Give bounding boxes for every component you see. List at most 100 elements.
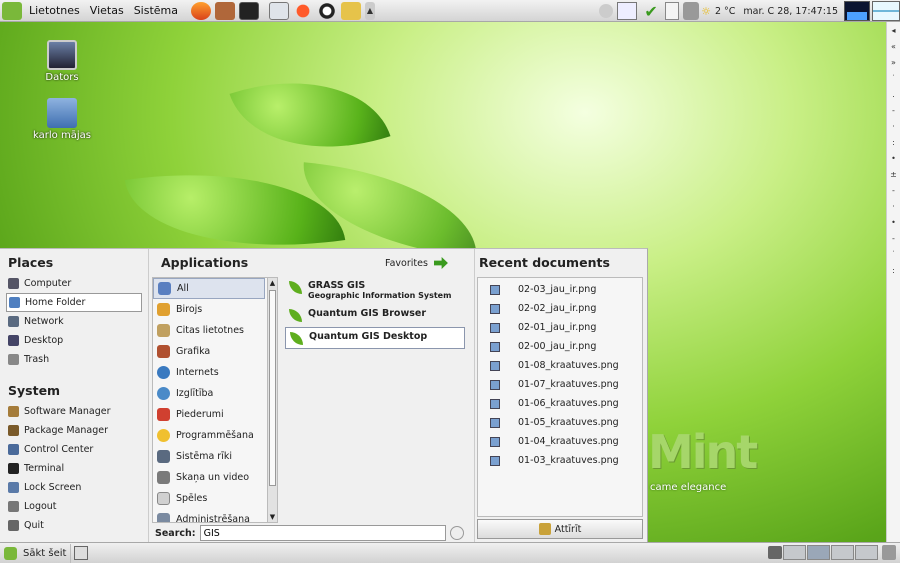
recent-item[interactable]: 01-05_kraatuves.png: [478, 413, 642, 432]
right-panel: ◂ « » ˙ . - · : • ± - · • - ˙ :: [886, 22, 900, 542]
volume-icon[interactable]: [683, 2, 700, 20]
system-terminal[interactable]: Terminal: [6, 459, 142, 478]
dropdown-icon[interactable]: ▲: [365, 1, 375, 20]
workspace-2[interactable]: [807, 545, 830, 560]
folder-icon[interactable]: [341, 1, 361, 20]
arrow-icon[interactable]: «: [891, 42, 896, 58]
place-trash[interactable]: Trash: [6, 350, 142, 369]
temperature[interactable]: 2 °C: [715, 6, 735, 17]
recent-item[interactable]: 01-04_kraatuves.png: [478, 432, 642, 451]
category-item[interactable]: Citas lietotnes: [153, 320, 265, 341]
dot-icon[interactable]: •: [891, 154, 896, 170]
system-lock-screen[interactable]: Lock Screen: [6, 478, 142, 497]
network-icon[interactable]: [768, 546, 782, 559]
category-scrollbar[interactable]: ▲ ▼: [267, 278, 277, 522]
scroll-thumb[interactable]: [269, 290, 276, 486]
places-panel: Places Computer Home Folder Network Desk…: [0, 249, 147, 543]
category-item[interactable]: Grafika: [153, 341, 265, 362]
recent-item[interactable]: 02-01_jau_ir.png: [478, 318, 642, 337]
arrow-icon[interactable]: »: [891, 58, 896, 74]
system-package-manager[interactable]: Package Manager: [6, 421, 142, 440]
show-desktop-icon[interactable]: [74, 546, 89, 560]
start-button[interactable]: Sākt šeit: [0, 543, 72, 563]
clear-recent-button[interactable]: Attīrīt: [477, 519, 643, 539]
search-input[interactable]: [199, 525, 446, 541]
network-icon[interactable]: [617, 2, 638, 20]
place-desktop[interactable]: Desktop: [6, 331, 142, 350]
dot-icon[interactable]: :: [892, 266, 895, 282]
system-tray: ✔ ☼ 2 °C mar. C 28, 17:47:15: [597, 0, 900, 22]
menu-applications[interactable]: Lietotnes: [24, 4, 85, 17]
cpu-monitor[interactable]: [844, 1, 870, 21]
category-item[interactable]: Piederumi: [153, 404, 265, 425]
recent-item[interactable]: 01-06_kraatuves.png: [478, 394, 642, 413]
category-item[interactable]: Skaņa un video: [153, 467, 265, 488]
recent-item[interactable]: 02-02_jau_ir.png: [478, 299, 642, 318]
system-quit[interactable]: Quit: [6, 516, 142, 535]
terminal-icon[interactable]: [239, 1, 259, 20]
desktop-icon-home[interactable]: karlo mājas: [27, 98, 97, 141]
computer-icon: [47, 40, 77, 70]
top-panel: Lietotnes Vietas Sistēma ▲ ✔ ☼ 2 °C mar.…: [0, 0, 900, 22]
recent-item[interactable]: 02-03_jau_ir.png: [478, 280, 642, 299]
dot-icon[interactable]: ·: [892, 202, 895, 218]
desktop-icon-computer[interactable]: Dators: [27, 40, 97, 83]
dot-icon[interactable]: -: [892, 186, 895, 202]
recent-item[interactable]: 02-00_jau_ir.png: [478, 337, 642, 356]
scroll-down-icon[interactable]: ▼: [268, 512, 277, 522]
favorites-button[interactable]: Favorites: [385, 257, 448, 269]
search-icon[interactable]: [449, 526, 464, 540]
recent-item[interactable]: 01-03_kraatuves.png: [478, 451, 642, 470]
app-grass-gis[interactable]: GRASS GIS Geographic Information System: [285, 277, 465, 303]
eye-icon[interactable]: [317, 1, 337, 20]
record-icon[interactable]: [293, 1, 313, 20]
update-shield-icon[interactable]: ✔: [641, 2, 661, 21]
plus-icon[interactable]: ±: [890, 170, 897, 186]
dot-icon[interactable]: ˙: [892, 250, 896, 266]
dot-icon[interactable]: ˙: [892, 74, 896, 90]
workspace-1[interactable]: [783, 545, 806, 560]
mint-menu-icon[interactable]: [2, 1, 22, 20]
scroll-up-icon[interactable]: ▲: [268, 278, 277, 288]
category-item[interactable]: Izglītība: [153, 383, 265, 404]
network-monitor[interactable]: [872, 1, 900, 21]
place-network[interactable]: Network: [6, 312, 142, 331]
clipboard-icon[interactable]: [665, 2, 680, 20]
system-control-center[interactable]: Control Center: [6, 440, 142, 459]
system-software-manager[interactable]: Software Manager: [6, 402, 142, 421]
app-quantum-gis-browser[interactable]: Quantum GIS Browser: [285, 305, 465, 325]
trash-icon[interactable]: [882, 545, 896, 560]
firefox-icon[interactable]: [191, 1, 211, 20]
category-item[interactable]: Administrēšana: [153, 509, 265, 522]
dot-icon[interactable]: -: [892, 234, 895, 250]
arrow-icon[interactable]: ◂: [891, 26, 895, 42]
workspace-4[interactable]: [855, 545, 878, 560]
workspace-3[interactable]: [831, 545, 854, 560]
dot-icon[interactable]: •: [891, 218, 896, 234]
home-folder-icon: [47, 98, 77, 128]
app-quantum-gis-desktop[interactable]: Quantum GIS Desktop: [285, 327, 465, 349]
category-item[interactable]: Programmēšana: [153, 425, 265, 446]
image-file-icon: [490, 455, 500, 466]
place-home-folder[interactable]: Home Folder: [6, 293, 142, 312]
recent-item[interactable]: 01-07_kraatuves.png: [478, 375, 642, 394]
clock[interactable]: mar. C 28, 17:47:15: [743, 6, 838, 17]
mint-logo: Mint: [648, 425, 758, 479]
screenshot-icon[interactable]: [269, 1, 289, 20]
category-item[interactable]: Spēles: [153, 488, 265, 509]
place-computer[interactable]: Computer: [6, 274, 142, 293]
category-item[interactable]: Sistēma rīki: [153, 446, 265, 467]
system-logout[interactable]: Logout: [6, 497, 142, 516]
mail-icon[interactable]: [599, 4, 614, 18]
recent-item[interactable]: 01-08_kraatuves.png: [478, 356, 642, 375]
dot-icon[interactable]: .: [892, 90, 895, 106]
menu-places[interactable]: Vietas: [85, 4, 129, 17]
dot-icon[interactable]: :: [892, 138, 895, 154]
category-item[interactable]: Birojs: [153, 299, 265, 320]
category-item[interactable]: All: [153, 278, 265, 299]
tools-icon[interactable]: [215, 1, 235, 20]
menu-system[interactable]: Sistēma: [129, 4, 183, 17]
dot-icon[interactable]: ·: [892, 122, 895, 138]
category-item[interactable]: Internets: [153, 362, 265, 383]
dot-icon[interactable]: -: [892, 106, 895, 122]
